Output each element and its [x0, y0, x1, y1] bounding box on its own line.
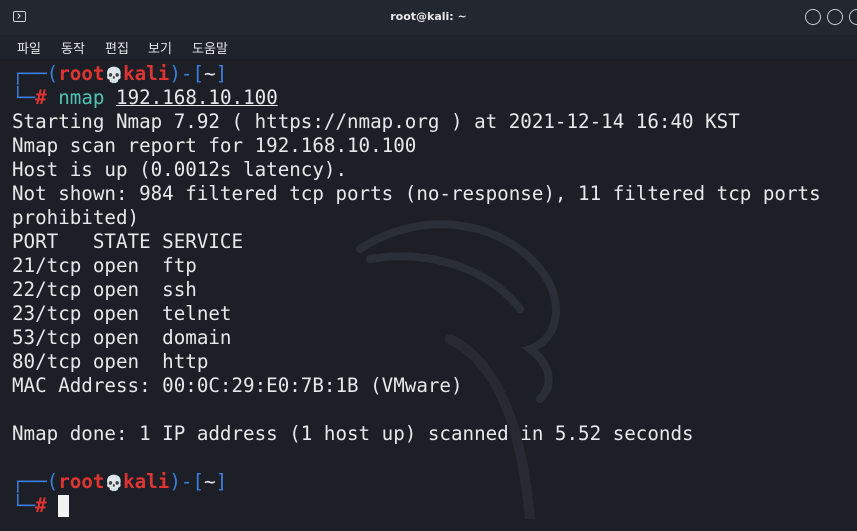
kali-dragon-watermark-icon	[356, 220, 560, 519]
command-line-2[interactable]: └─#	[12, 494, 70, 518]
output-line: Starting Nmap 7.92 ( https://nmap.org ) …	[12, 110, 740, 133]
output-line: 21/tcp open ftp	[12, 254, 197, 277]
output-line: 22/tcp open ssh	[12, 278, 197, 301]
menu-bar: 파일 동작 편집 보기 도움말	[0, 35, 857, 59]
prompt-line-2: ┌──(root💀kali)-[~]	[12, 470, 228, 493]
output-line: 23/tcp open telnet	[12, 302, 232, 325]
output-line: prohibited)	[12, 206, 140, 229]
window-title: root@kali: ~	[390, 10, 467, 23]
output-line: Host is up (0.0012s latency).	[12, 158, 348, 181]
output-line: Nmap done: 1 IP address (1 host up) scan…	[12, 422, 694, 445]
command-text: nmap	[58, 86, 105, 109]
command-argument: 192.168.10.100	[116, 86, 278, 109]
menu-actions[interactable]: 동작	[61, 38, 85, 57]
maximize-button[interactable]	[827, 9, 843, 25]
command-line-1: └─# nmap 192.168.10.100	[12, 86, 278, 109]
menu-help[interactable]: 도움말	[192, 38, 228, 57]
menu-view[interactable]: 보기	[148, 38, 172, 57]
output-line: 53/tcp open domain	[12, 326, 232, 349]
menu-edit[interactable]: 편집	[105, 38, 129, 57]
text-cursor	[58, 495, 70, 517]
prompt-line-1: ┌──(root💀kali)-[~]	[12, 62, 228, 85]
output-line: PORT STATE SERVICE	[12, 230, 244, 253]
title-bar[interactable]: root@kali: ~	[0, 0, 857, 36]
output-line: MAC Address: 00:0C:29:E0:7B:1B (VMware)	[12, 374, 463, 397]
minimize-button[interactable]	[805, 9, 821, 25]
terminal-window: root@kali: ~ 파일 동작 편집 보기 도움말 ┌──(root💀ka…	[0, 0, 857, 531]
menu-file[interactable]: 파일	[17, 38, 41, 57]
output-line: 80/tcp open http	[12, 350, 209, 373]
output-line: Not shown: 984 filtered tcp ports (no-re…	[12, 182, 821, 205]
terminal-output-area[interactable]: ┌──(root💀kali)-[~] └─# nmap 192.168.10.1…	[0, 59, 857, 531]
output-line: Nmap scan report for 192.168.10.100	[12, 134, 417, 157]
